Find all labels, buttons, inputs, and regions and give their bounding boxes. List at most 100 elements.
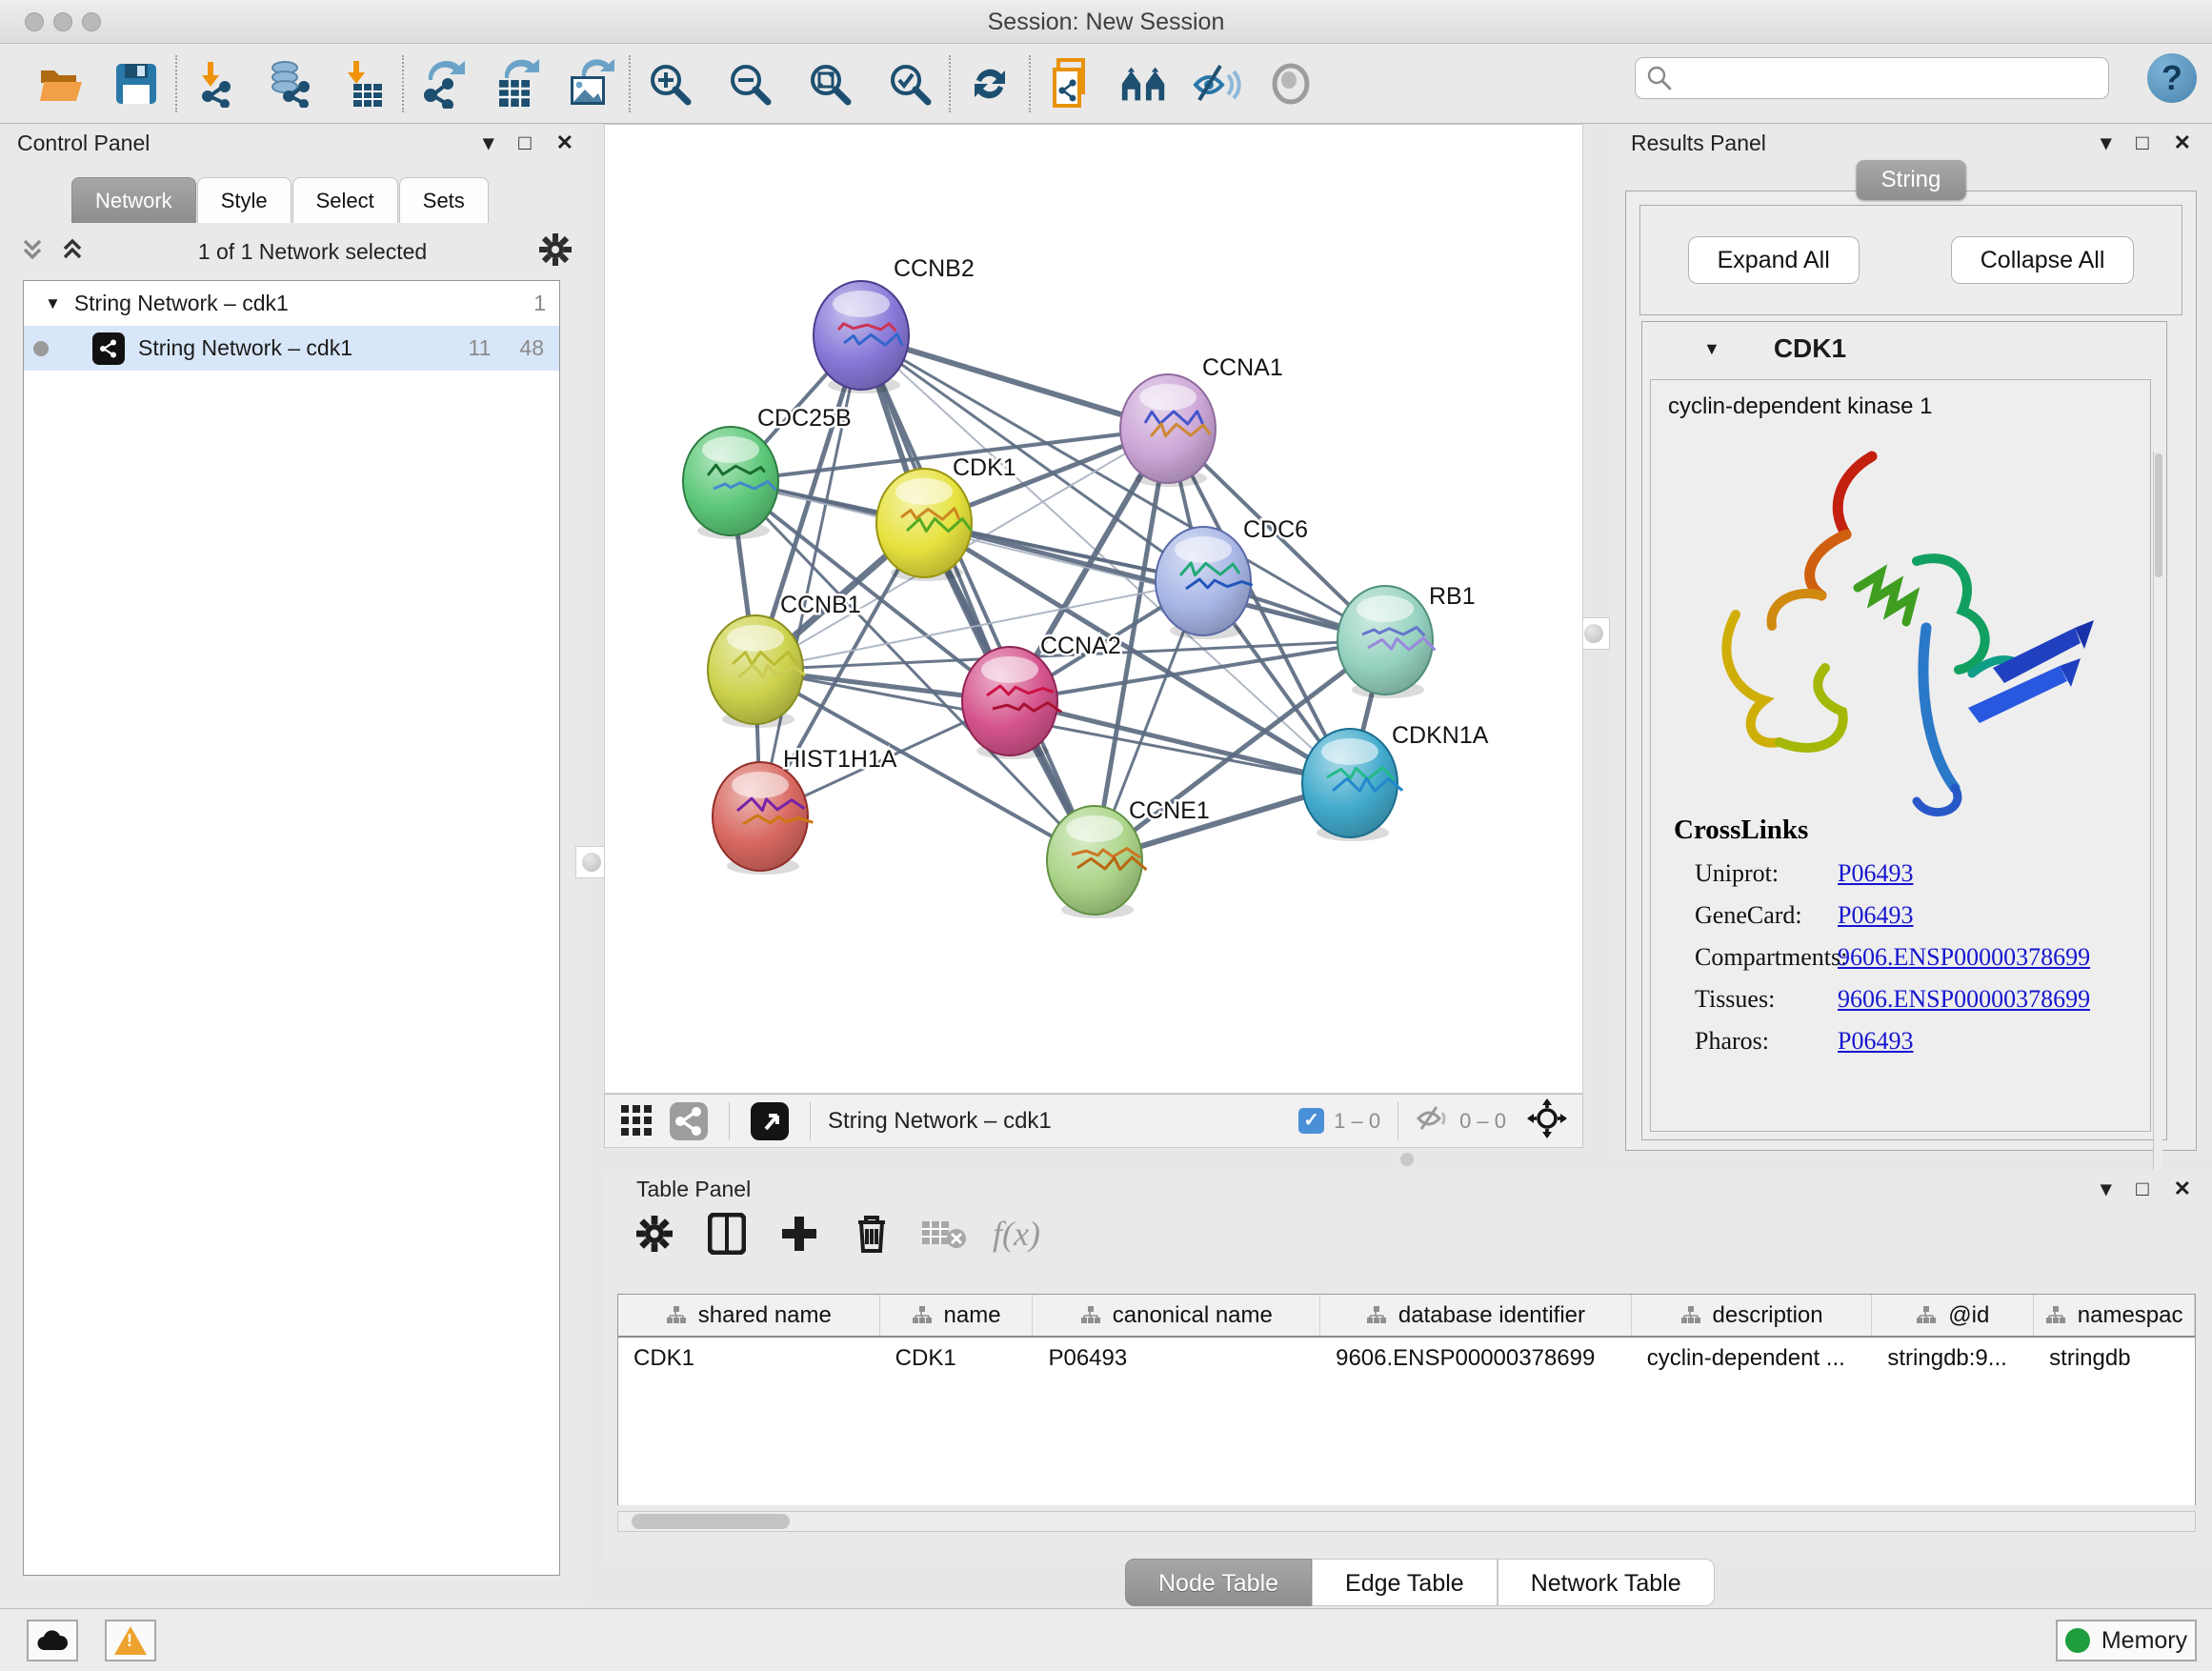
tab-network-table[interactable]: Network Table [1498, 1559, 1715, 1606]
tree-expander-icon[interactable]: ▼ [45, 294, 61, 313]
add-column-icon[interactable] [777, 1212, 821, 1256]
first-neighbors-icon[interactable] [1118, 58, 1170, 110]
edge-CCNB2-CCNE1[interactable] [861, 335, 1095, 860]
new-network-from-selection-icon[interactable] [1044, 58, 1096, 110]
scrollbar-thumb[interactable] [632, 1514, 790, 1529]
hidden-eye-icon[interactable] [1416, 1104, 1450, 1137]
float-panel-icon[interactable]: □ [2136, 1177, 2148, 1201]
show-all-icon[interactable] [1265, 58, 1317, 110]
left-divider-handle[interactable] [575, 846, 608, 878]
apply-layout-icon[interactable] [964, 58, 1016, 110]
export-table-icon[interactable] [490, 58, 541, 110]
table-horizontal-scrollbar[interactable] [617, 1511, 2196, 1532]
network-share-view-icon[interactable] [666, 1096, 712, 1147]
cell-name[interactable]: CDK1 [880, 1338, 1034, 1381]
cell-shared-name[interactable]: CDK1 [618, 1338, 880, 1381]
zoom-selected-icon[interactable] [884, 58, 935, 110]
expand-all-networks-icon[interactable] [19, 235, 46, 269]
tab-node-table[interactable]: Node Table [1125, 1559, 1312, 1606]
close-panel-icon[interactable]: ✕ [2174, 131, 2191, 155]
table-row[interactable]: CDK1CDK1P064939606.ENSP00000378699cyclin… [618, 1338, 2195, 1381]
node-CCNA1[interactable]: CCNA1 [1120, 354, 1283, 487]
delete-column-icon[interactable] [850, 1212, 894, 1256]
network-row-selected[interactable]: String Network – cdk1 11 48 [24, 326, 559, 371]
column-header-namespac[interactable]: namespac [2034, 1295, 2195, 1336]
collapse-panel-icon[interactable]: ▾ [2101, 1177, 2111, 1201]
node-CDK1[interactable]: CDK1 [876, 454, 1016, 581]
close-panel-icon[interactable]: ✕ [556, 131, 573, 155]
crosslink-link[interactable]: P06493 [1838, 1027, 1913, 1056]
open-session-icon[interactable] [36, 58, 88, 110]
collapse-panel-icon[interactable]: ▾ [483, 131, 493, 155]
birds-eye-view-icon[interactable] [1527, 1098, 1567, 1143]
column-header-shared-name[interactable]: shared name [618, 1295, 880, 1336]
tab-style[interactable]: Style [197, 177, 292, 223]
tab-sets[interactable]: Sets [399, 177, 489, 223]
divider-handle-dot[interactable] [1400, 1153, 1414, 1166]
tab-edge-table[interactable]: Edge Table [1312, 1559, 1498, 1606]
crosslink-link[interactable]: 9606.ENSP00000378699 [1838, 985, 2090, 1014]
zoom-fit-icon[interactable] [804, 58, 855, 110]
window-minimize-button[interactable] [53, 12, 72, 31]
window-close-button[interactable] [25, 12, 44, 31]
expand-all-button[interactable]: Expand All [1688, 236, 1860, 284]
import-table-file-icon[interactable] [337, 58, 389, 110]
tab-string[interactable]: String [1857, 160, 1966, 200]
table-options-gear-icon[interactable] [633, 1212, 676, 1256]
save-session-icon[interactable] [111, 58, 162, 110]
node-HIST1H1A[interactable]: HIST1H1A [713, 746, 897, 875]
show-columns-icon[interactable] [705, 1212, 749, 1256]
warnings-button[interactable] [105, 1620, 156, 1661]
search-field[interactable] [1635, 57, 2109, 99]
tab-network[interactable]: Network [71, 177, 196, 223]
cell-@id[interactable]: stringdb:9... [1872, 1338, 2034, 1381]
column-header-description[interactable]: description [1632, 1295, 1873, 1336]
zoom-out-icon[interactable] [724, 58, 775, 110]
cloud-status-button[interactable] [27, 1620, 78, 1661]
node-RB1[interactable]: RB1 [1337, 583, 1476, 698]
node-CCNB1[interactable]: CCNB1 [708, 592, 861, 728]
cell-description[interactable]: cyclin-dependent ... [1632, 1338, 1873, 1381]
column-header-@id[interactable]: @id [1872, 1295, 2034, 1336]
results-scrollbar[interactable] [2153, 452, 2162, 1271]
network-view-canvas[interactable]: CCNB2CCNA1CDC25BCDK1CDC6RB1CCNB1CCNA2CDK… [604, 124, 1583, 1094]
cell-namespac[interactable]: stringdb [2034, 1338, 2195, 1381]
zoom-in-icon[interactable] [644, 58, 695, 110]
hide-selection-eye-icon[interactable] [1191, 58, 1242, 110]
node-CDKN1A[interactable]: CDKN1A [1302, 722, 1489, 841]
node-CCNE1[interactable]: CCNE1 [1047, 797, 1210, 918]
import-network-file-icon[interactable] [191, 58, 242, 110]
network-options-gear-icon[interactable] [539, 233, 572, 271]
float-panel-icon[interactable]: □ [2136, 131, 2148, 155]
help-button[interactable]: ? [2147, 53, 2197, 103]
grid-view-icon[interactable] [618, 1096, 656, 1147]
section-expander-icon[interactable]: ▼ [1703, 339, 1720, 359]
column-header-database-identifier[interactable]: database identifier [1320, 1295, 1632, 1336]
crosslink-link[interactable]: P06493 [1838, 859, 1913, 888]
results-scrollbar-thumb[interactable] [2155, 453, 2162, 577]
detach-view-icon[interactable] [747, 1096, 793, 1147]
tab-select[interactable]: Select [292, 177, 398, 223]
export-network-icon[interactable] [417, 58, 469, 110]
import-network-database-icon[interactable] [263, 58, 314, 110]
collapse-all-networks-icon[interactable] [59, 235, 86, 269]
crosslink-link[interactable]: 9606.ENSP00000378699 [1838, 943, 2090, 972]
cell-database-identifier[interactable]: 9606.ENSP00000378699 [1320, 1338, 1632, 1381]
network-collection-row[interactable]: ▼ String Network – cdk1 1 [24, 281, 559, 326]
collapse-panel-icon[interactable]: ▾ [2101, 131, 2111, 155]
cell-canonical-name[interactable]: P06493 [1033, 1338, 1320, 1381]
crosslink-link[interactable]: P06493 [1838, 901, 1913, 930]
selected-nodes-checkbox[interactable]: ✓ [1298, 1108, 1324, 1134]
column-header-canonical-name[interactable]: canonical name [1033, 1295, 1320, 1336]
collapse-all-button[interactable]: Collapse All [1951, 236, 2135, 284]
float-panel-icon[interactable]: □ [518, 131, 531, 155]
export-image-icon[interactable] [564, 58, 615, 110]
memory-button[interactable]: Memory [2056, 1620, 2197, 1661]
window-zoom-button[interactable] [82, 12, 101, 31]
search-input[interactable] [1674, 66, 2108, 91]
node-attribute-table[interactable]: shared namenamecanonical namedatabase id… [617, 1294, 2196, 1505]
column-header-name[interactable]: name [880, 1295, 1034, 1336]
node-CDC6[interactable]: CDC6 [1156, 516, 1308, 639]
close-panel-icon[interactable]: ✕ [2174, 1177, 2191, 1201]
node-CCNB2[interactable]: CCNB2 [814, 255, 975, 393]
